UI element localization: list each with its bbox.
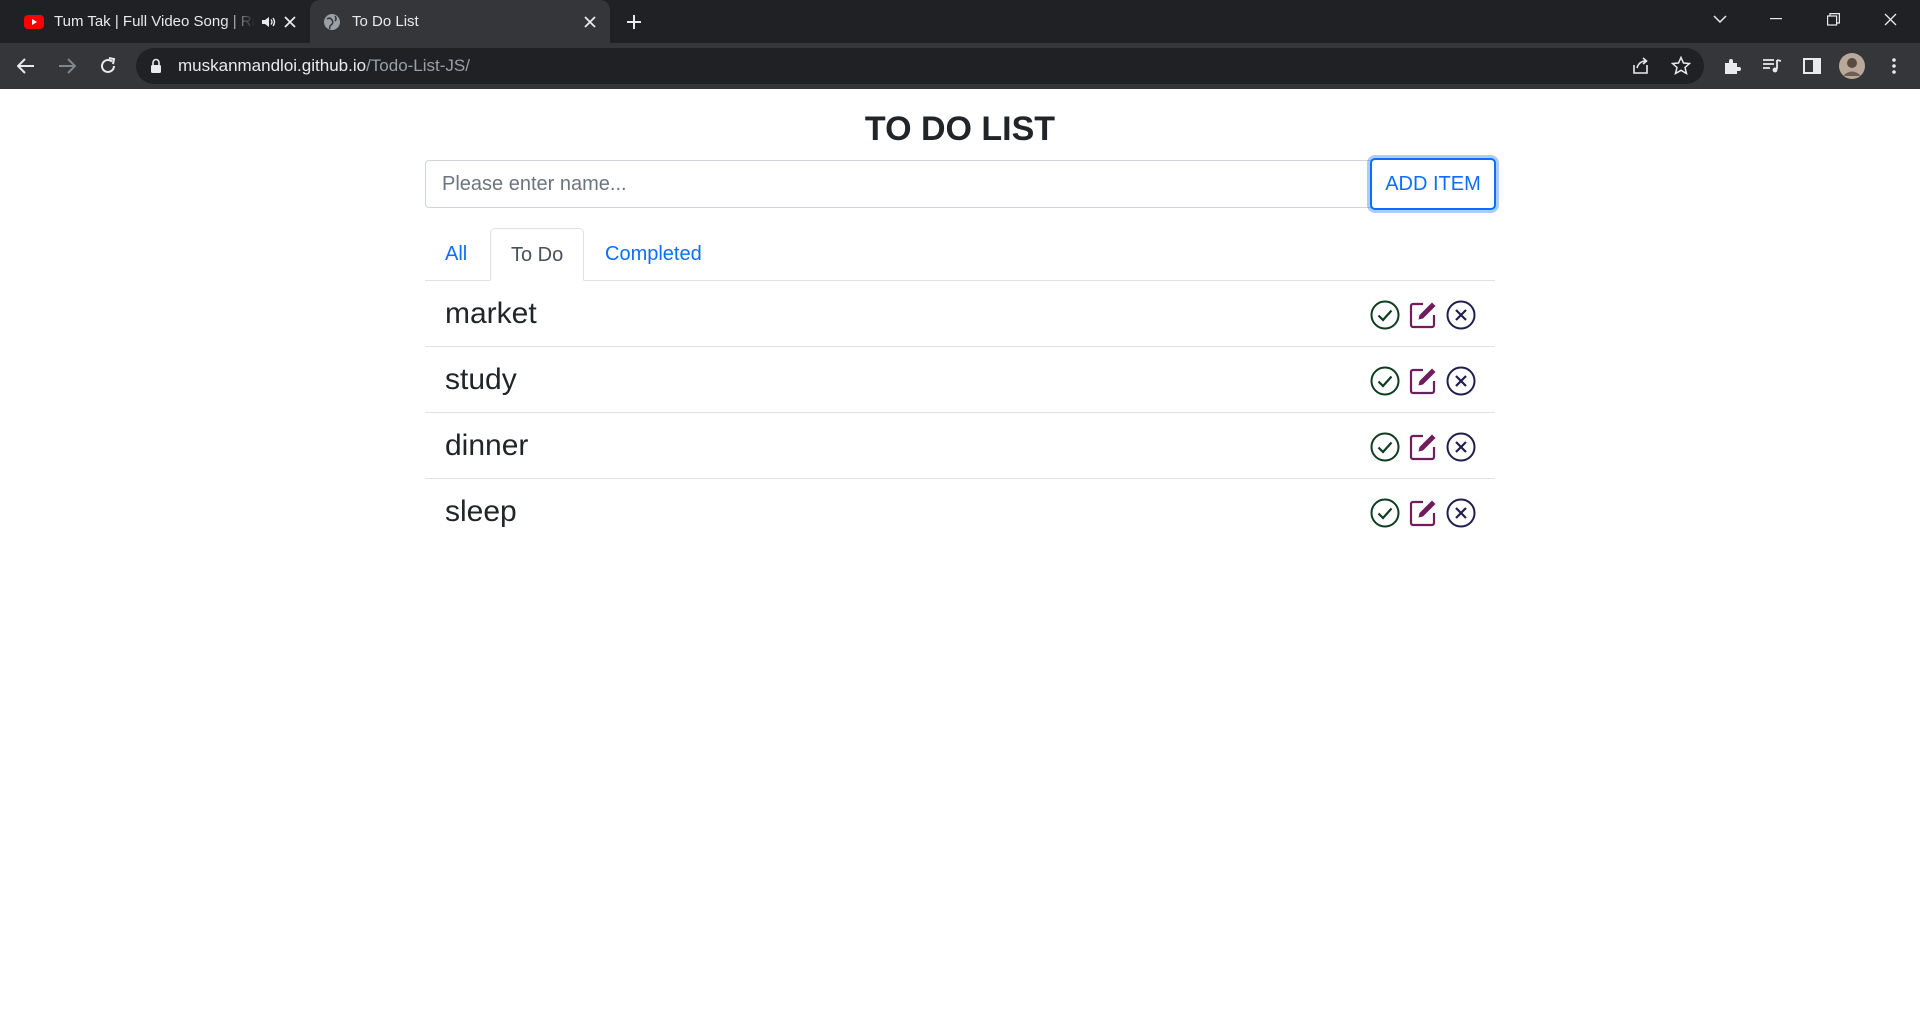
lock-icon bbox=[150, 58, 164, 74]
edit-icon[interactable] bbox=[1407, 497, 1439, 529]
side-panel-icon[interactable] bbox=[1800, 54, 1824, 78]
media-playlist-icon[interactable] bbox=[1760, 54, 1784, 78]
profile-avatar[interactable] bbox=[1838, 52, 1866, 80]
back-arrow-icon[interactable] bbox=[14, 54, 38, 78]
window-close-icon[interactable] bbox=[1870, 6, 1910, 32]
reload-icon[interactable] bbox=[96, 54, 120, 78]
youtube-icon bbox=[24, 12, 44, 32]
browser-tab-strip: Tum Tak | Full Video Song | Raanjhanaa T… bbox=[0, 0, 1920, 43]
x-circle-icon[interactable] bbox=[1445, 365, 1477, 397]
page-title: TO DO LIST bbox=[864, 110, 1056, 148]
x-circle-icon[interactable] bbox=[1445, 299, 1477, 331]
edit-icon[interactable] bbox=[1407, 299, 1439, 331]
minimize-icon[interactable] bbox=[1756, 6, 1796, 32]
item-text: market bbox=[445, 297, 537, 330]
x-circle-icon[interactable] bbox=[1445, 431, 1477, 463]
item-actions bbox=[1369, 431, 1477, 463]
url-text: muskanmandloi.github.io/Todo-List-JS/ bbox=[178, 48, 470, 84]
item-actions bbox=[1369, 365, 1477, 397]
tab-title: Tum Tak | Full Video Song | Raanjhanaa bbox=[54, 13, 255, 30]
add-item-button[interactable]: ADD ITEM bbox=[1370, 158, 1496, 210]
close-tab-icon[interactable] bbox=[580, 12, 600, 32]
new-tab-icon[interactable] bbox=[622, 10, 646, 34]
list-item: market bbox=[425, 281, 1495, 347]
list-item: sleep bbox=[425, 479, 1495, 545]
forward-arrow-icon[interactable] bbox=[55, 54, 79, 78]
edit-icon[interactable] bbox=[1407, 365, 1439, 397]
item-text: dinner bbox=[445, 429, 529, 462]
check-circle-icon[interactable] bbox=[1369, 431, 1401, 463]
list-item: study bbox=[425, 347, 1495, 413]
add-item-form: ADD ITEM bbox=[425, 158, 1496, 210]
check-circle-icon[interactable] bbox=[1369, 497, 1401, 529]
check-circle-icon[interactable] bbox=[1369, 365, 1401, 397]
item-text: study bbox=[445, 363, 517, 396]
restore-icon[interactable] bbox=[1813, 6, 1853, 32]
item-actions bbox=[1369, 497, 1477, 529]
check-circle-icon[interactable] bbox=[1369, 299, 1401, 331]
url-path: /Todo-List-JS/ bbox=[366, 56, 470, 75]
browser-tab-todo[interactable]: To Do List bbox=[310, 0, 610, 43]
address-bar[interactable]: muskanmandloi.github.io/Todo-List-JS/ bbox=[136, 48, 1704, 84]
tab-title: To Do List bbox=[352, 13, 419, 30]
tab-search-chevron-icon[interactable] bbox=[1700, 6, 1740, 32]
close-tab-icon[interactable] bbox=[283, 12, 298, 32]
extensions-icon[interactable] bbox=[1720, 54, 1744, 78]
tab-to-do[interactable]: To Do bbox=[490, 228, 585, 281]
menu-kebab-icon[interactable] bbox=[1882, 54, 1906, 78]
share-icon[interactable] bbox=[1631, 56, 1651, 76]
browser-toolbar: muskanmandloi.github.io/Todo-List-JS/ bbox=[0, 43, 1920, 89]
list-item: dinner bbox=[425, 413, 1495, 479]
tab-completed[interactable]: Completed bbox=[585, 228, 722, 280]
item-actions bbox=[1369, 299, 1477, 331]
item-text: sleep bbox=[445, 495, 517, 528]
item-name-input[interactable] bbox=[425, 160, 1372, 208]
x-circle-icon[interactable] bbox=[1445, 497, 1477, 529]
browser-tab-youtube[interactable]: Tum Tak | Full Video Song | Raanjhanaa bbox=[12, 0, 308, 43]
globe-icon bbox=[322, 12, 342, 32]
speaker-icon[interactable] bbox=[261, 13, 277, 31]
bookmark-star-icon[interactable] bbox=[1670, 55, 1692, 76]
url-host: muskanmandloi.github.io bbox=[178, 56, 367, 75]
edit-icon[interactable] bbox=[1407, 431, 1439, 463]
tab-all[interactable]: All bbox=[425, 228, 487, 280]
todo-list: market study dinner sleep bbox=[425, 281, 1495, 545]
filter-tabs: All To Do Completed bbox=[425, 228, 1495, 281]
